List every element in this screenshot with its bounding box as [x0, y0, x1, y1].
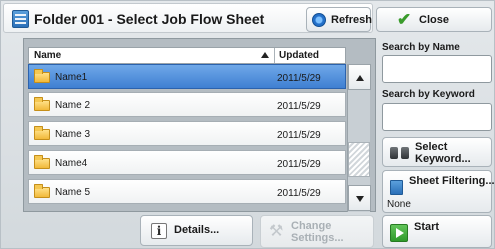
- start-label: Start: [414, 221, 440, 233]
- table-row[interactable]: Name1 2011/5/29: [28, 64, 346, 89]
- job-flow-sheet-icon: [12, 10, 29, 28]
- folder-icon: [34, 155, 50, 169]
- list-scrollbar[interactable]: [347, 64, 371, 212]
- table-row[interactable]: Name4 2011/5/29: [28, 150, 346, 175]
- change-settings-label: Change Settings...: [291, 220, 344, 244]
- folder-icon: [34, 97, 50, 111]
- sheet-filtering-button[interactable]: Sheet Filtering... None: [382, 170, 495, 213]
- dialog-window: Folder 001 - Select Job Flow Sheet Refre…: [0, 0, 495, 249]
- filter-sheet-icon: [390, 180, 403, 195]
- folder-icon: [34, 69, 50, 83]
- change-settings-button[interactable]: ⚒ Change Settings...: [260, 215, 374, 248]
- binoculars-icon: [390, 145, 410, 160]
- row-updated: 2011/5/29: [277, 130, 321, 141]
- row-updated: 2011/5/29: [277, 101, 321, 112]
- list-header: Name Updated: [28, 47, 346, 64]
- row-name: Name 2: [55, 100, 91, 111]
- column-header-name-label: Name: [34, 50, 62, 61]
- sort-ascending-icon: [261, 52, 269, 58]
- search-by-name-label: Search by Name: [382, 42, 460, 53]
- details-button[interactable]: i Details...: [140, 215, 253, 246]
- search-by-keyword-label: Search by Keyword: [382, 89, 475, 100]
- refresh-button[interactable]: Refresh: [306, 7, 372, 32]
- scroll-up-button[interactable]: [348, 64, 371, 90]
- sheet-filtering-label: Sheet Filtering...: [409, 175, 495, 187]
- table-row[interactable]: Name 5 2011/5/29: [28, 179, 346, 204]
- sheet-filtering-value: None: [387, 199, 411, 210]
- folder-icon: [34, 126, 50, 140]
- details-label: Details...: [174, 224, 220, 236]
- row-name: Name 3: [55, 129, 91, 140]
- row-updated: 2011/5/29: [277, 159, 321, 170]
- folder-icon: [34, 184, 50, 198]
- row-name: Name1: [55, 72, 88, 83]
- arrow-down-icon: [356, 196, 364, 202]
- table-row[interactable]: Name 2 2011/5/29: [28, 92, 346, 117]
- select-keyword-label: Select Keyword...: [415, 141, 471, 165]
- table-row[interactable]: Name 3 2011/5/29: [28, 121, 346, 146]
- column-header-updated-label: Updated: [279, 50, 319, 61]
- row-updated: 2011/5/29: [277, 73, 321, 84]
- row-name: Name4: [55, 158, 88, 169]
- row-name: Name 5: [55, 187, 91, 198]
- close-button[interactable]: ✔ Close: [376, 7, 492, 32]
- refresh-label: Refresh: [331, 14, 372, 26]
- checkmark-icon: ✔: [397, 10, 412, 29]
- column-header-name[interactable]: Name: [29, 48, 275, 63]
- scrollbar-thumb[interactable]: [348, 142, 370, 177]
- arrow-up-icon: [356, 75, 364, 81]
- close-label: Close: [419, 14, 449, 26]
- page-title: Folder 001 - Select Job Flow Sheet: [34, 11, 265, 27]
- column-header-updated[interactable]: Updated: [275, 48, 347, 63]
- start-button[interactable]: Start: [382, 215, 492, 248]
- refresh-icon: [312, 13, 326, 27]
- play-icon: [390, 224, 408, 242]
- sheet-list-panel: Name Updated Name1 2011/5/29 Name 2 2011…: [23, 38, 376, 212]
- scroll-down-button[interactable]: [348, 185, 371, 211]
- info-icon: i: [151, 223, 167, 239]
- row-updated: 2011/5/29: [277, 188, 321, 199]
- wrench-icon: ⚒: [269, 223, 284, 240]
- select-keyword-button[interactable]: Select Keyword...: [382, 137, 492, 167]
- search-by-keyword-input[interactable]: [382, 103, 492, 131]
- search-by-name-input[interactable]: [382, 55, 492, 83]
